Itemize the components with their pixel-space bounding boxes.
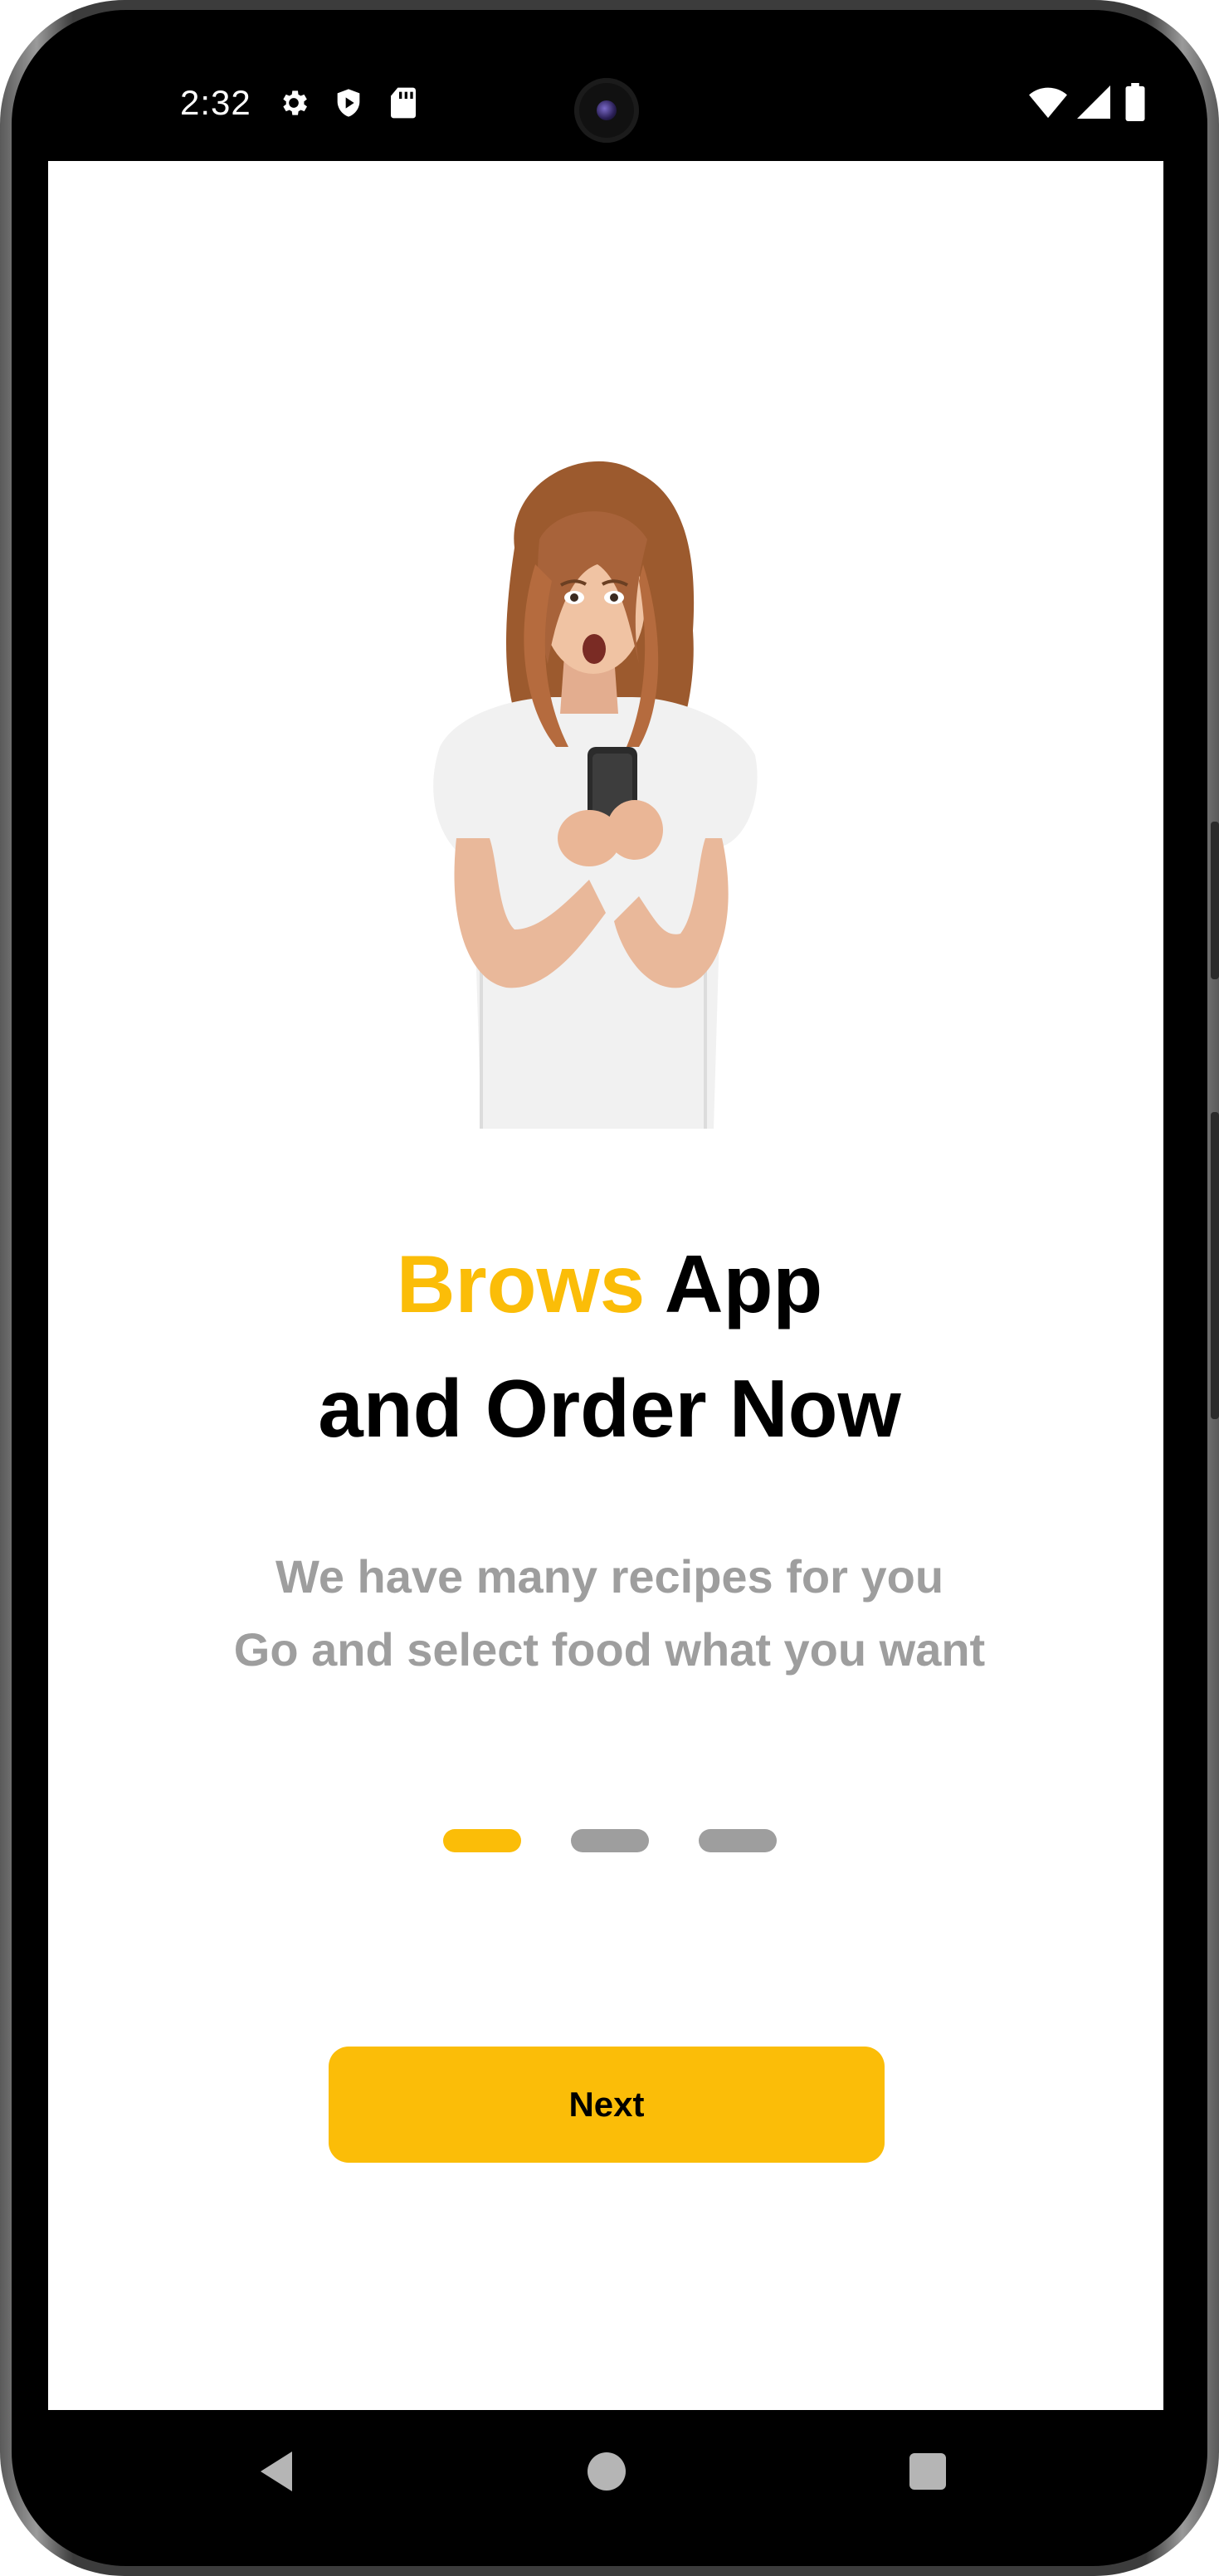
title-rest: App: [645, 1238, 823, 1329]
status-time: 2:32: [180, 83, 251, 122]
subtitle-line-1: We have many recipes for you: [275, 1550, 944, 1603]
page-dot-3[interactable]: [698, 1829, 777, 1852]
back-icon[interactable]: [261, 2452, 292, 2491]
recents-icon[interactable]: [909, 2453, 946, 2490]
home-icon[interactable]: [588, 2452, 626, 2491]
title-accent: Brows: [396, 1238, 646, 1329]
title-line-1: Brows App: [0, 1222, 1219, 1346]
page-dot-1[interactable]: [442, 1829, 521, 1852]
navigation-bar: [0, 2410, 1219, 2551]
title-line-2: and Order Now: [318, 1363, 901, 1454]
subtitle-line-2: Go and select food what you want: [233, 1623, 986, 1676]
volume-button: [1211, 822, 1219, 979]
page-indicator: [0, 1829, 1219, 1852]
page-dot-2[interactable]: [570, 1829, 649, 1852]
front-camera: [574, 78, 639, 143]
gear-icon: [277, 86, 310, 124]
hero-illustration: [433, 461, 758, 1129]
onboarding-title: Brows App and Order Now: [0, 1222, 1219, 1471]
signal-icon: [1077, 85, 1110, 124]
onboarding-subtitle: We have many recipes for you Go and sele…: [0, 1540, 1219, 1686]
wifi-icon: [1029, 85, 1067, 124]
sd-card-icon: [388, 86, 418, 124]
shield-play-icon: [332, 86, 365, 124]
next-button[interactable]: Next: [329, 2047, 885, 2163]
battery-icon: [1125, 83, 1145, 125]
